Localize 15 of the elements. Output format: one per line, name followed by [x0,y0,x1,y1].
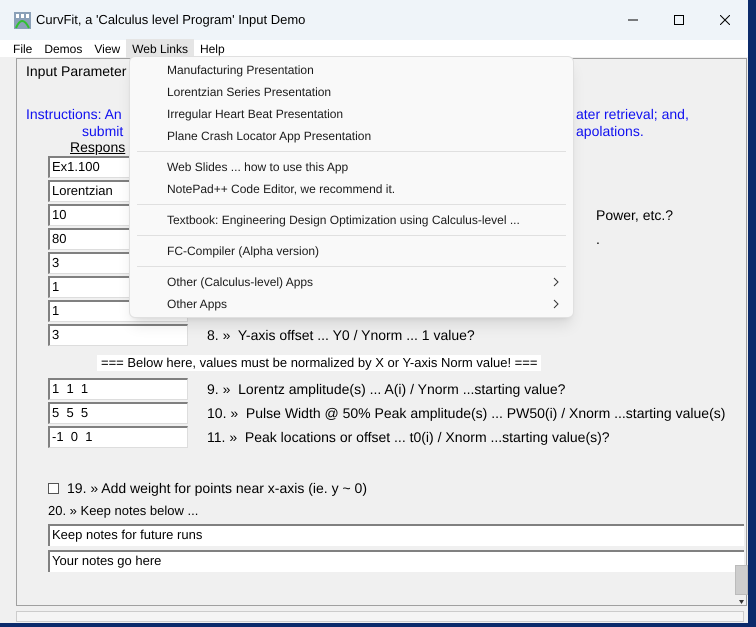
instruction-text: submit [82,123,124,140]
question-label: 8. » Y-axis offset ... Y0 / Ynorm ... 1 value? [207,326,475,344]
question-label: 9. » Lorentz amplitude(s) ... A(i) / Ynorm ...starting value? [207,380,566,399]
question-label: 10. » Pulse Width @ 50% Peak amplitude(s) ... PW50(i) / Xnorm ...starting value(s) [207,404,726,423]
question-label: 11. » Peak locations or offset ... t0(i) / Xnorm ...starting value(s)? [207,428,610,447]
checkbox-label: 19. » Add weight for points near x-axis (ie. y ~ 0) [67,478,367,498]
instruction-text: ater retrieval; and, [576,106,689,123]
question-label: Power, etc.? [596,206,674,224]
notes-label: 20. » Keep notes below ... [48,502,198,520]
window-title: CurvFit, a 'Calculus level Program' Input Demo [36,11,306,30]
question-label: . [596,230,600,248]
note-text: === Below here, values must be normalized by X or Y-axis Norm value! === [97,355,542,371]
instruction-text: Instructions: An [26,106,122,123]
instruction-text: apolations. [576,123,644,140]
column-heading: Respons [70,139,126,156]
